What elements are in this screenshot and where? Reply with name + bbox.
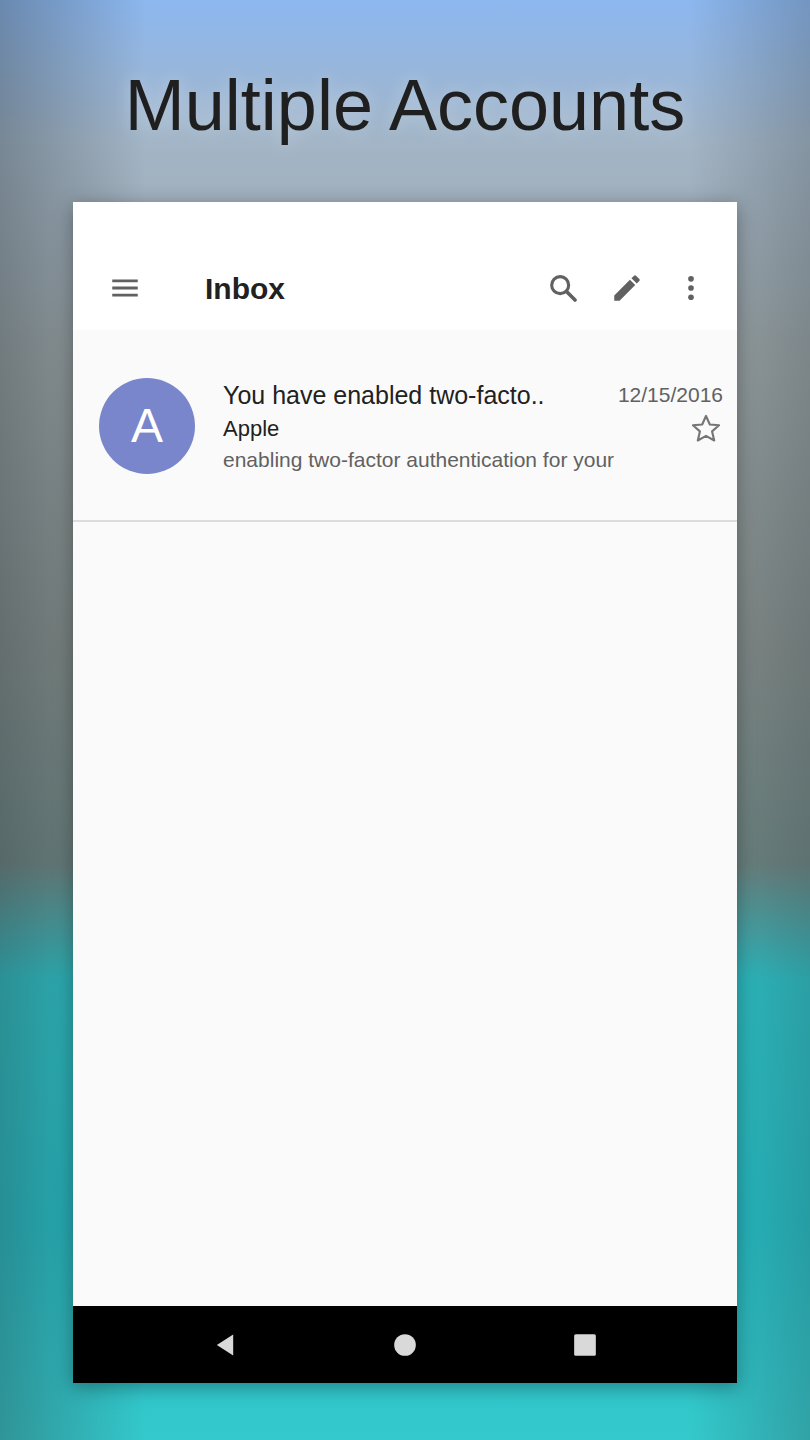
compose-button[interactable]	[603, 264, 651, 312]
phone-screen: Inbox A You have enabled two-facto.. 12/15/…	[73, 202, 737, 1383]
promo-title: Multiple Accounts	[0, 0, 810, 150]
message-snippet: enabling two-factor authentication for y…	[223, 446, 723, 474]
message-header: You have enabled two-facto.. 12/15/2016	[223, 378, 723, 412]
message-list: A You have enabled two-facto.. 12/15/2016 A…	[73, 330, 737, 1306]
back-icon	[211, 1331, 239, 1359]
toolbar-title: Inbox	[205, 266, 539, 311]
recents-button[interactable]	[495, 1332, 675, 1358]
more-icon	[674, 271, 708, 305]
navigation-bar	[73, 1306, 737, 1383]
home-button[interactable]	[315, 1332, 495, 1358]
recents-icon	[572, 1332, 598, 1358]
search-button[interactable]	[539, 264, 587, 312]
toolbar: Inbox	[73, 246, 737, 330]
back-button[interactable]	[135, 1331, 315, 1359]
menu-button[interactable]	[101, 264, 149, 312]
menu-icon	[108, 271, 142, 305]
star-button[interactable]	[689, 412, 723, 446]
search-icon	[546, 271, 580, 305]
more-button[interactable]	[667, 264, 715, 312]
message-row[interactable]: A You have enabled two-facto.. 12/15/2016 A…	[73, 330, 737, 522]
pencil-icon	[610, 271, 644, 305]
message-subject: You have enabled two-facto..	[223, 378, 545, 412]
message-date: 12/15/2016	[618, 378, 723, 412]
app-header: Inbox	[73, 202, 737, 330]
message-sender: Apple	[223, 414, 279, 444]
message-body: You have enabled two-facto.. 12/15/2016 Ap…	[223, 378, 723, 474]
star-icon	[689, 412, 723, 446]
sender-avatar: A	[99, 378, 195, 474]
message-meta: Apple	[223, 412, 723, 446]
home-icon	[392, 1332, 418, 1358]
